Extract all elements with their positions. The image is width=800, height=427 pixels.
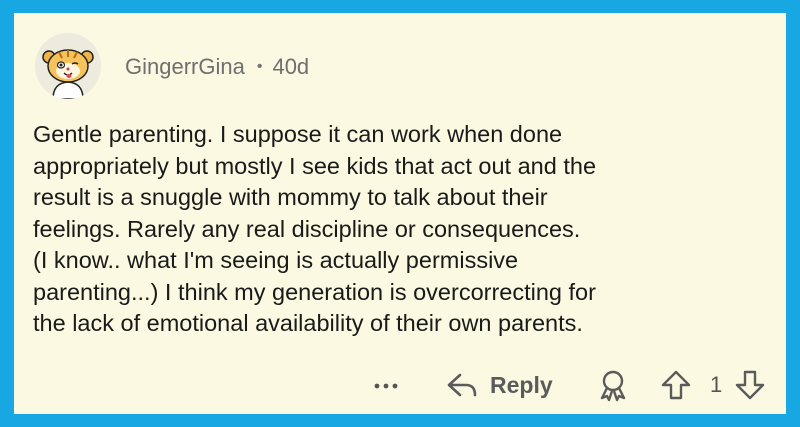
meta-separator: • <box>256 58 263 75</box>
comment-age: 40d <box>272 54 310 79</box>
award-icon <box>600 370 626 402</box>
more-horizontal-icon <box>374 383 398 389</box>
downvote-arrow-icon <box>735 370 765 400</box>
reply-button[interactable]: Reply <box>444 365 553 405</box>
upvote-arrow-icon <box>661 370 691 400</box>
downvote-button[interactable] <box>733 365 767 405</box>
username-link[interactable]: GingerrGina <box>125 54 245 80</box>
comment-body: Gentle parenting. I suppose it can work … <box>33 121 597 336</box>
comment-card: GingerrGina • 40d Gentle parenting. I su… <box>14 13 786 414</box>
comment-action-bar: Reply 1 <box>366 365 776 405</box>
vote-count: 1 <box>710 372 723 397</box>
reply-arrow-icon <box>447 373 477 397</box>
comment-header: GingerrGina • 40d <box>125 52 309 82</box>
award-button[interactable] <box>597 365 629 405</box>
snoo-avatar-icon <box>35 33 101 99</box>
reply-label: Reply <box>490 371 553 398</box>
avatar[interactable] <box>35 33 101 99</box>
more-options-button[interactable] <box>372 365 400 405</box>
upvote-button[interactable] <box>659 365 693 405</box>
